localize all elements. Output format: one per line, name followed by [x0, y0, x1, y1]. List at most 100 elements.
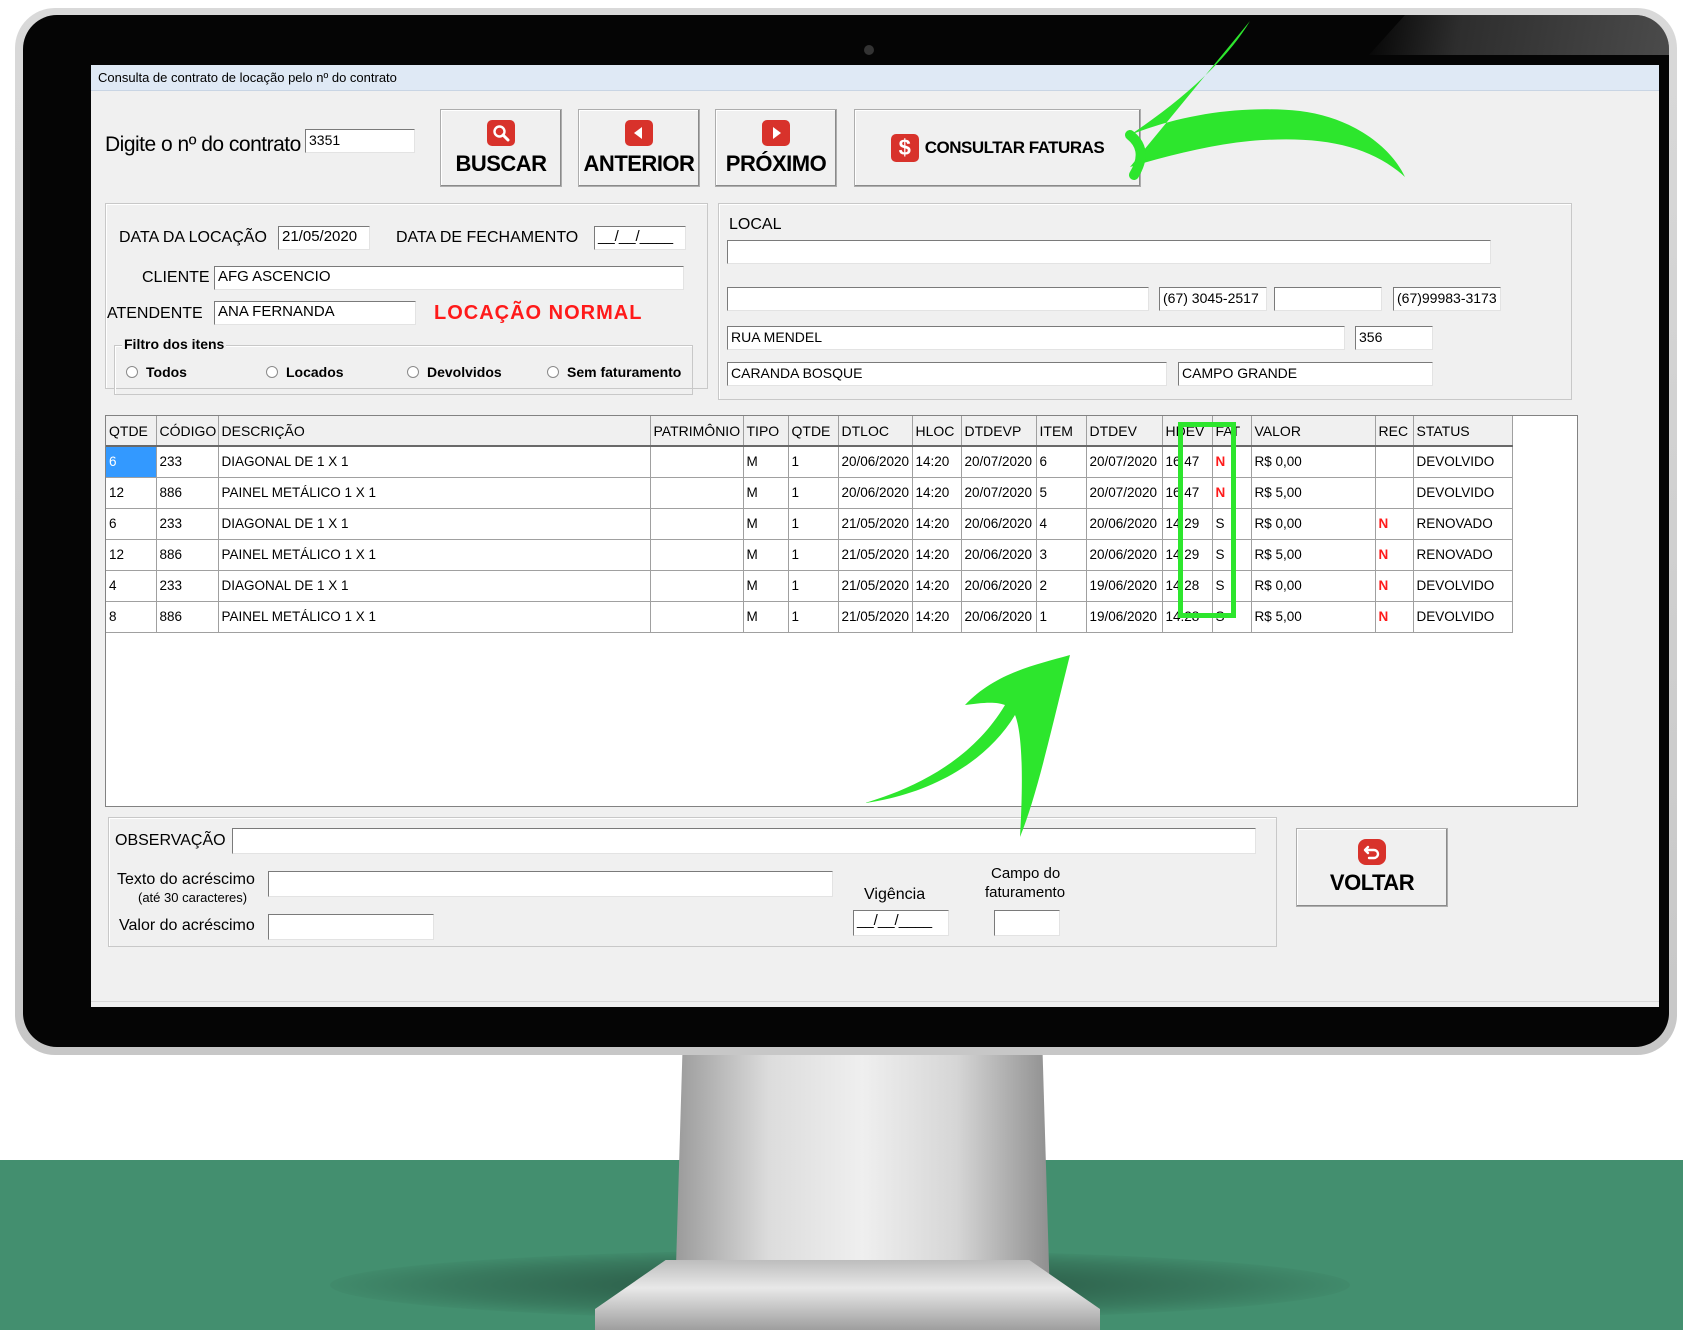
grid-header-cell[interactable]: REC — [1375, 416, 1414, 447]
grid-cell[interactable]: 12 — [106, 477, 157, 509]
street-number-field[interactable]: 356 — [1355, 326, 1433, 350]
grid-cell[interactable]: 20/06/2020 — [1086, 539, 1163, 571]
table-row[interactable]: 12 886 PAINEL METÁLICO 1 X 1 M 1 20/06/2020 14… — [106, 477, 1513, 509]
grid-cell[interactable]: 14:20 — [912, 508, 962, 540]
grid-cell[interactable]: PAINEL METÁLICO 1 X 1 — [218, 539, 651, 571]
grid-cell[interactable]: 20/06/2020 — [961, 570, 1037, 602]
grid-cell[interactable]: 20/07/2020 — [1086, 446, 1163, 478]
grid-cell[interactable]: 14:20 — [912, 539, 962, 571]
grid-cell[interactable]: R$ 0,00 — [1251, 508, 1376, 540]
grid-cell[interactable]: DIAGONAL DE 1 X 1 — [218, 570, 651, 602]
vigencia-field[interactable]: __/__/____ — [853, 910, 949, 936]
grid-cell[interactable]: M — [743, 601, 789, 633]
table-row[interactable]: 4 233 DIAGONAL DE 1 X 1 M 1 21/05/2020 14:20 20… — [106, 570, 1513, 602]
grid-cell[interactable]: DEVOLVIDO — [1413, 570, 1513, 602]
grid-cell[interactable]: M — [743, 477, 789, 509]
district-field[interactable]: CARANDA BOSQUE — [727, 362, 1167, 386]
grid-cell[interactable]: N — [1375, 601, 1414, 633]
grid-cell[interactable]: DEVOLVIDO — [1413, 601, 1513, 633]
grid-cell[interactable]: 1 — [1036, 601, 1087, 633]
grid-header-cell[interactable]: ITEM — [1036, 416, 1087, 447]
grid-header-cell[interactable]: QTDE — [788, 416, 839, 447]
proximo-button[interactable]: PRÓXIMO — [715, 109, 837, 187]
campo-faturamento-field[interactable] — [994, 910, 1060, 936]
street-field[interactable]: RUA MENDEL — [727, 326, 1345, 350]
grid-cell[interactable]: DEVOLVIDO — [1413, 477, 1513, 509]
grid-header-cell[interactable]: DTDEV — [1086, 416, 1163, 447]
table-row[interactable]: 8 886 PAINEL METÁLICO 1 X 1 M 1 21/05/2020 14:… — [106, 601, 1513, 633]
grid-cell[interactable]: 21/05/2020 — [838, 539, 913, 571]
grid-cell[interactable]: 1 — [788, 570, 839, 602]
grid-cell[interactable]: 20/06/2020 — [961, 601, 1037, 633]
grid-header-cell[interactable]: DESCRIÇÃO — [218, 416, 651, 447]
grid-cell[interactable]: DIAGONAL DE 1 X 1 — [218, 508, 651, 540]
voltar-button[interactable]: VOLTAR — [1296, 828, 1448, 907]
grid-cell[interactable]: 1 — [788, 477, 839, 509]
table-row[interactable]: 12 886 PAINEL METÁLICO 1 X 1 M 1 21/05/2020 14… — [106, 539, 1513, 571]
anterior-button[interactable]: ANTERIOR — [578, 109, 700, 187]
phone1-field[interactable]: (67) 3045-2517 — [1159, 287, 1267, 311]
grid-cell[interactable]: N — [1375, 570, 1414, 602]
grid-cell[interactable]: RENOVADO — [1413, 508, 1513, 540]
buscar-button[interactable]: BUSCAR — [440, 109, 562, 187]
grid-cell[interactable] — [650, 446, 744, 478]
contract-number-input[interactable]: 3351 — [305, 129, 415, 153]
grid-cell[interactable]: 5 — [1036, 477, 1087, 509]
grid-header-cell[interactable]: DTLOC — [838, 416, 913, 447]
city-field[interactable]: CAMPO GRANDE — [1178, 362, 1433, 386]
grid-cell[interactable] — [650, 570, 744, 602]
local-line2-field[interactable] — [727, 287, 1149, 311]
grid-cell[interactable]: 20/06/2020 — [961, 539, 1037, 571]
grid-header-cell[interactable]: DTDEVP — [961, 416, 1037, 447]
grid-cell[interactable]: 14:20 — [912, 446, 962, 478]
grid-cell[interactable]: 1 — [788, 508, 839, 540]
grid-cell[interactable]: 21/05/2020 — [838, 601, 913, 633]
grid-cell[interactable] — [1375, 477, 1414, 509]
grid-cell[interactable] — [1375, 446, 1414, 478]
data-fechamento-field[interactable]: __/__/____ — [594, 226, 686, 250]
grid-cell[interactable]: M — [743, 539, 789, 571]
grid-cell[interactable]: 1 — [788, 601, 839, 633]
grid-cell[interactable]: R$ 5,00 — [1251, 477, 1376, 509]
filter-radio-sem-faturamento[interactable]: Sem faturamento — [547, 364, 681, 380]
grid-cell[interactable]: R$ 5,00 — [1251, 601, 1376, 633]
grid-cell[interactable]: M — [743, 446, 789, 478]
grid-cell[interactable]: 6 — [106, 508, 157, 540]
grid-cell[interactable]: 14:20 — [912, 570, 962, 602]
grid-cell[interactable]: DIAGONAL DE 1 X 1 — [218, 446, 651, 478]
grid-cell[interactable]: 233 — [156, 570, 219, 602]
texto-acrescimo-field[interactable] — [268, 871, 833, 897]
grid-cell[interactable]: M — [743, 570, 789, 602]
grid-cell[interactable]: 21/05/2020 — [838, 508, 913, 540]
atendente-field[interactable]: ANA FERNANDA — [214, 301, 416, 325]
grid-cell[interactable]: 1 — [788, 539, 839, 571]
phone2-field[interactable] — [1274, 287, 1382, 311]
cliente-field[interactable]: AFG ASCENCIO — [214, 266, 684, 290]
grid-cell[interactable]: M — [743, 508, 789, 540]
grid-cell[interactable]: PAINEL METÁLICO 1 X 1 — [218, 477, 651, 509]
grid-cell[interactable]: 14:20 — [912, 477, 962, 509]
grid-cell[interactable]: 19/06/2020 — [1086, 601, 1163, 633]
grid-cell[interactable]: 20/06/2020 — [838, 477, 913, 509]
grid-cell[interactable]: 20/06/2020 — [1086, 508, 1163, 540]
phone3-field[interactable]: (67)99983-3173 — [1393, 287, 1501, 311]
grid-cell[interactable]: DEVOLVIDO — [1413, 446, 1513, 478]
grid-cell[interactable] — [650, 508, 744, 540]
grid-cell[interactable] — [650, 539, 744, 571]
grid-header-cell[interactable]: CÓDIGO — [156, 416, 219, 447]
grid-cell[interactable]: 4 — [106, 570, 157, 602]
grid-cell[interactable]: 12 — [106, 539, 157, 571]
grid-cell[interactable]: 20/07/2020 — [1086, 477, 1163, 509]
grid-cell[interactable]: PAINEL METÁLICO 1 X 1 — [218, 601, 651, 633]
grid-header-cell[interactable]: QTDE — [106, 416, 157, 447]
filter-radio-todos[interactable]: Todos — [126, 364, 187, 380]
table-row[interactable]: 6 233 DIAGONAL DE 1 X 1 M 1 20/06/2020 14:20 20… — [106, 446, 1513, 478]
filter-radio-devolvidos[interactable]: Devolvidos — [407, 364, 502, 380]
grid-cell[interactable]: R$ 5,00 — [1251, 539, 1376, 571]
grid-cell[interactable] — [650, 477, 744, 509]
grid-header-cell[interactable]: PATRIMÔNIO — [650, 416, 744, 447]
grid-cell[interactable]: 4 — [1036, 508, 1087, 540]
data-locacao-field[interactable]: 21/05/2020 — [278, 226, 370, 250]
grid-cell[interactable]: 21/05/2020 — [838, 570, 913, 602]
grid-header-cell[interactable]: HLOC — [912, 416, 962, 447]
